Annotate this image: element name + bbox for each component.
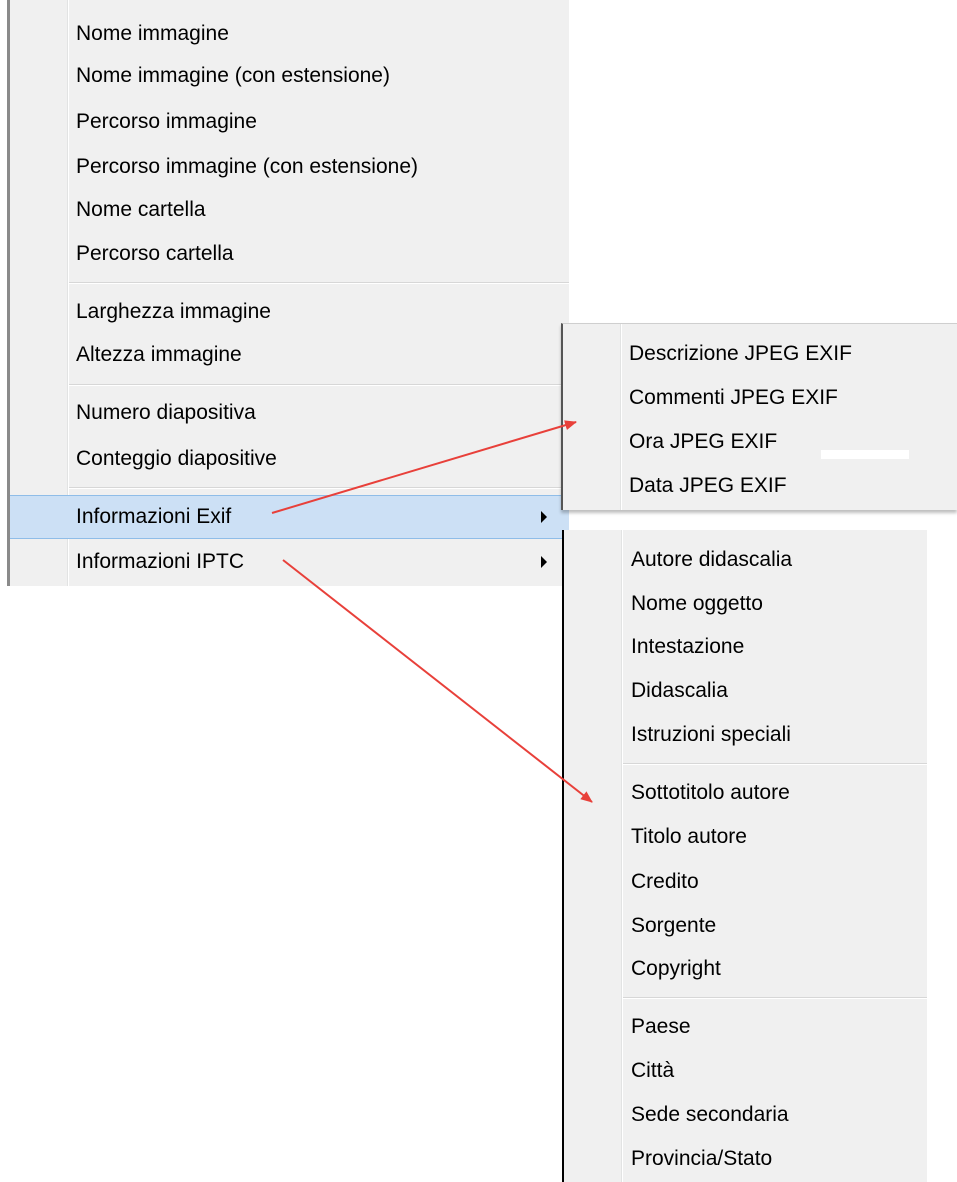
menu-item-informazioni-exif[interactable]: Informazioni Exif xyxy=(10,495,569,539)
iptc-item-titolo-autore[interactable]: Titolo autore xyxy=(564,815,927,859)
iptc-item-didascalia[interactable]: Didascalia xyxy=(564,669,927,713)
iptc-item-sottotitolo-autore[interactable]: Sottotitolo autore xyxy=(564,771,927,815)
menu-item-numero-diapositiva[interactable]: Numero diapositiva xyxy=(10,391,569,435)
iptc-item-nome-oggetto[interactable]: Nome oggetto xyxy=(564,582,927,626)
main-context-menu: Nome immagine Nome immagine (con estensi… xyxy=(7,0,569,586)
white-mark xyxy=(821,450,909,459)
iptc-item-copyright[interactable]: Copyright xyxy=(564,947,927,991)
menu-item-altezza-immagine[interactable]: Altezza immagine xyxy=(10,333,569,377)
submenu-arrow-icon xyxy=(541,511,547,523)
iptc-item-autore-didascalia[interactable]: Autore didascalia xyxy=(564,538,927,582)
menu-separator xyxy=(623,763,927,765)
exif-item-commenti[interactable]: Commenti JPEG EXIF xyxy=(563,376,957,420)
menu-separator xyxy=(69,384,569,386)
exif-submenu: Descrizione JPEG EXIF Commenti JPEG EXIF… xyxy=(561,323,957,510)
iptc-submenu: Autore didascalia Nome oggetto Intestazi… xyxy=(562,530,927,1182)
iptc-item-istruzioni-speciali[interactable]: Istruzioni speciali xyxy=(564,713,927,757)
exif-item-data[interactable]: Data JPEG EXIF xyxy=(563,464,957,508)
menu-item-conteggio-diapositive[interactable]: Conteggio diapositive xyxy=(10,437,569,481)
menu-item-nome-cartella[interactable]: Nome cartella xyxy=(10,188,569,232)
iptc-item-credito[interactable]: Credito xyxy=(564,860,927,904)
iptc-item-provincia-stato[interactable]: Provincia/Stato xyxy=(564,1137,927,1181)
menu-item-nome-immagine-estensione[interactable]: Nome immagine (con estensione) xyxy=(10,54,569,98)
menu-item-informazioni-iptc[interactable]: Informazioni IPTC xyxy=(10,540,569,584)
iptc-item-intestazione[interactable]: Intestazione xyxy=(564,625,927,669)
iptc-item-sorgente[interactable]: Sorgente xyxy=(564,904,927,948)
menu-item-percorso-immagine[interactable]: Percorso immagine xyxy=(10,100,569,144)
menu-item-larghezza-immagine[interactable]: Larghezza immagine xyxy=(10,290,569,334)
iptc-item-citta[interactable]: Città xyxy=(564,1049,927,1093)
menu-separator xyxy=(69,282,569,284)
submenu-arrow-icon xyxy=(541,556,547,568)
iptc-item-paese[interactable]: Paese xyxy=(564,1005,927,1049)
menu-item-percorso-cartella[interactable]: Percorso cartella xyxy=(10,232,569,276)
menu-item-nome-immagine[interactable]: Nome immagine xyxy=(10,12,569,56)
iptc-item-sede-secondaria[interactable]: Sede secondaria xyxy=(564,1093,927,1137)
menu-separator xyxy=(623,997,927,999)
arrow-iptc-to-submenu xyxy=(282,559,593,803)
exif-item-descrizione[interactable]: Descrizione JPEG EXIF xyxy=(563,332,957,376)
menu-item-percorso-immagine-estensione[interactable]: Percorso immagine (con estensione) xyxy=(10,145,569,189)
menu-separator xyxy=(69,487,569,489)
